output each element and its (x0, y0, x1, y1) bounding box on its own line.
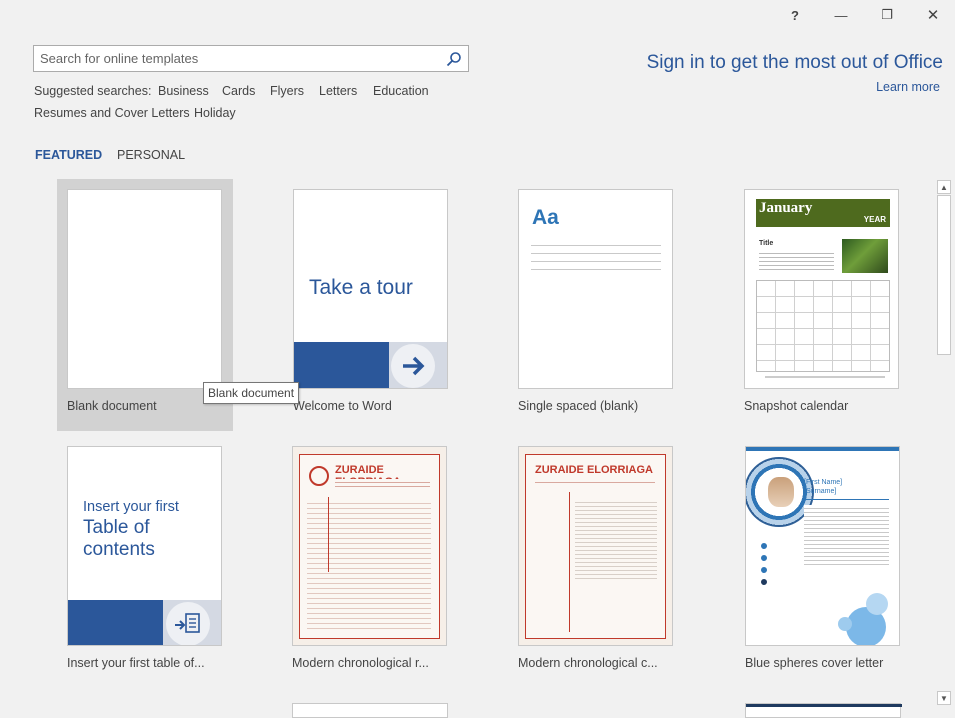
thumb-title: Title (759, 240, 774, 247)
thumb-first-name: [First Name] (804, 479, 843, 486)
scrollbar-thumb[interactable] (937, 195, 951, 355)
scroll-down-icon[interactable]: ▼ (937, 691, 951, 705)
template-thumbnail (67, 189, 222, 389)
help-button[interactable]: ? (778, 4, 812, 26)
template-thumbnail: ZURAIDE ELORRIAGA (292, 446, 447, 646)
suggested-flyers[interactable]: Flyers (270, 84, 304, 98)
template-label: Single spaced (blank) (518, 399, 639, 413)
thumb-text: Aa (532, 206, 559, 229)
thumb-photo (842, 239, 888, 273)
thumb-contact-lines (535, 479, 655, 485)
search-input[interactable] (40, 49, 440, 68)
arrow-right-icon (391, 344, 435, 388)
tab-personal[interactable]: PERSONAL (117, 148, 185, 162)
thumb-body-lines (575, 499, 657, 579)
thumb-text-line2: Table of (83, 517, 150, 538)
thumb-contact-lines (335, 479, 430, 489)
thumb-text-line1: Insert your first (83, 499, 179, 515)
template-insert-toc[interactable]: Insert your first Table of contents Inse… (57, 436, 233, 688)
thumb-top-bar (746, 447, 899, 451)
suggested-searches-label: Suggested searches: (34, 84, 152, 98)
thumb-avatar-icon (309, 466, 329, 486)
thumb-body-lines (307, 499, 431, 631)
template-snapshot-calendar[interactable]: January YEAR Title Snapshot calendar (734, 179, 910, 431)
minimize-button[interactable]: — (824, 4, 858, 26)
thumb-text: Take a tour (309, 276, 413, 299)
template-welcome-to-word[interactable]: Take a tour Welcome to Word (283, 179, 459, 431)
template-thumbnail: ZURAIDE ELORRIAGA (518, 446, 673, 646)
template-label: Insert your first table of... (67, 656, 205, 670)
template-single-spaced[interactable]: Aa Single spaced (blank) (508, 179, 684, 431)
template-label: Modern chronological r... (292, 656, 429, 670)
thumb-month: January (759, 200, 813, 216)
template-blue-spheres-cover-letter[interactable]: [First Name] [Surname] Blue spheres cove… (735, 436, 911, 688)
close-button[interactable]: ✕ (916, 4, 950, 26)
location-icon (761, 567, 767, 573)
restore-button[interactable]: ❐ (870, 4, 904, 26)
thumb-timeline (328, 497, 329, 572)
web-icon (761, 579, 767, 585)
learn-more-link[interactable]: Learn more (876, 80, 940, 94)
search-box (33, 45, 469, 72)
template-label: Modern chronological c... (518, 656, 658, 670)
template-modern-cover-letter[interactable]: ZURAIDE ELORRIAGA Modern chronological c… (508, 436, 684, 688)
sign-in-link[interactable]: Sign in to get the most out of Office (647, 52, 943, 74)
template-label: Blue spheres cover letter (745, 656, 884, 670)
thumb-body-lines (804, 505, 889, 565)
thumb-divider (569, 492, 570, 632)
template-thumbnail: Aa (518, 189, 673, 389)
thumb-rule (804, 499, 889, 500)
thumb-name: ZURAIDE ELORRIAGA (535, 464, 653, 476)
scrollbar[interactable]: ▲ ▼ (937, 180, 951, 705)
suggested-letters[interactable]: Letters (319, 84, 357, 98)
thumb-footer-line (765, 376, 885, 378)
template-label: Blank document (67, 399, 157, 413)
toc-document-icon (166, 602, 210, 645)
template-thumbnail: Insert your first Table of contents (67, 446, 222, 646)
template-label: Snapshot calendar (744, 399, 849, 413)
suggested-holiday[interactable]: Holiday (194, 106, 236, 120)
suggested-business[interactable]: Business (158, 84, 209, 98)
sphere-medium (866, 593, 888, 615)
tooltip: Blank document (203, 382, 300, 404)
thumb-calendar-grid (756, 280, 890, 372)
template-label: Welcome to Word (293, 399, 392, 413)
suggested-education[interactable]: Education (373, 84, 429, 98)
suggested-cards[interactable]: Cards (222, 84, 255, 98)
template-thumbnail-partial[interactable] (292, 703, 448, 718)
thumb-surname: [Surname] (804, 488, 837, 495)
template-thumbnail-partial[interactable] (745, 703, 902, 718)
phone-icon (761, 543, 767, 549)
search-icon[interactable] (446, 51, 462, 67)
sphere-small (838, 617, 852, 631)
scroll-up-icon[interactable]: ▲ (937, 180, 951, 194)
template-thumbnail: January YEAR Title (744, 189, 899, 389)
suggested-resumes[interactable]: Resumes and Cover Letters (34, 106, 190, 120)
thumb-lines (531, 238, 661, 274)
email-icon (761, 555, 767, 561)
thumb-year: YEAR (863, 215, 886, 224)
template-thumbnail: [First Name] [Surname] (745, 446, 900, 646)
thumb-text-line3: contents (83, 539, 155, 560)
template-modern-resume[interactable]: ZURAIDE ELORRIAGA Modern chronological r… (282, 436, 458, 688)
template-thumbnail: Take a tour (293, 189, 448, 389)
thumb-photo (768, 477, 794, 507)
thumb-text-lines (759, 250, 834, 272)
tab-featured[interactable]: FEATURED (35, 148, 102, 162)
